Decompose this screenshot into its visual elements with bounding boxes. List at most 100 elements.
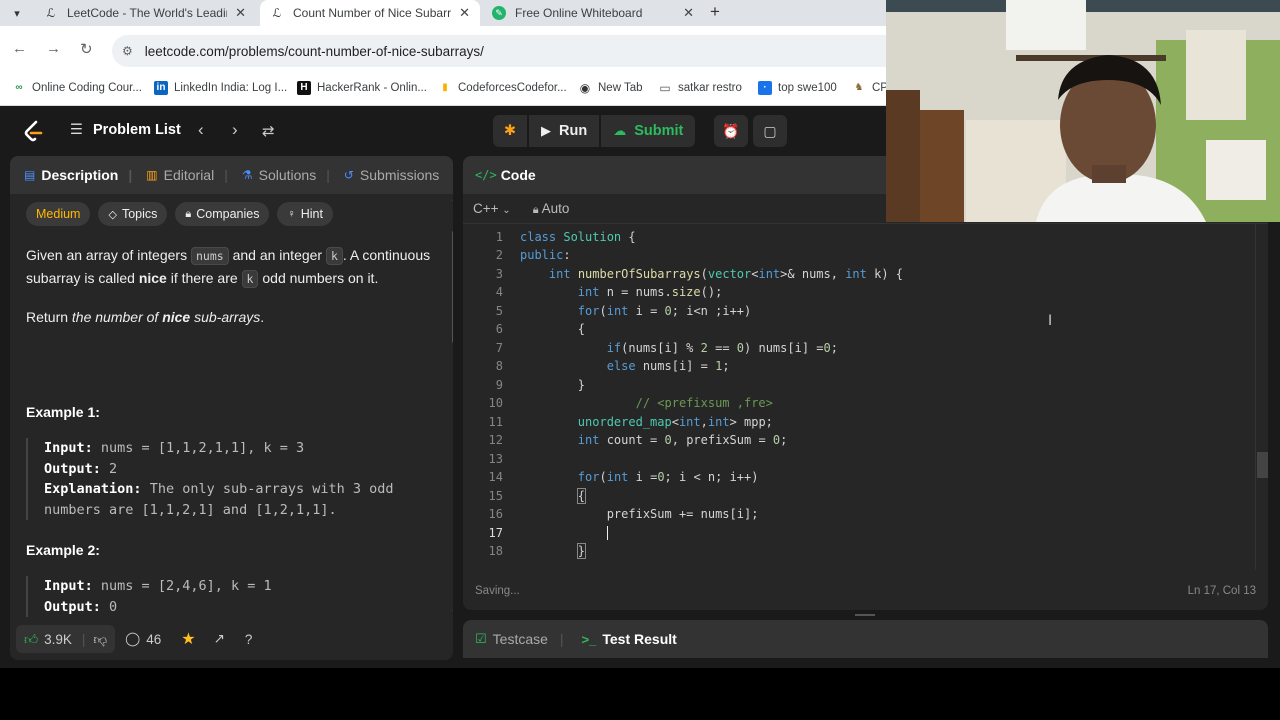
tab-solutions[interactable]: ⚗ Solutions |	[242, 167, 330, 183]
code-line: 6 {	[495, 322, 586, 336]
close-tab-icon[interactable]: ✕	[683, 5, 694, 21]
back-icon[interactable]: ←	[12, 40, 27, 57]
editor-scroll-thumb[interactable]	[1257, 452, 1268, 478]
share-icon[interactable]: ↗	[214, 631, 225, 647]
new-tab-button[interactable]: +	[710, 2, 720, 22]
browser-toolbar: ← → ↻ ⚙ leetcode.com/problems/count-numb…	[0, 26, 886, 74]
bookmark-item[interactable]: ∞ Online Coding Cour...	[12, 81, 142, 95]
example-1-heading: Example 1:	[26, 404, 100, 420]
problem-description: Given an array of integers nums and an i…	[26, 244, 431, 328]
problem-chips: Medium ◇ Topics 🔒︎ Companies ♀ Hint	[26, 202, 341, 226]
globe-icon: ◉	[579, 81, 591, 95]
example-2-heading: Example 2:	[26, 542, 100, 558]
submit-button[interactable]: ☁ Submit	[601, 115, 696, 147]
code-line: 14 for(int i =0; i < n; i++)	[488, 470, 759, 484]
alarm-clock-icon[interactable]: ⏰	[714, 115, 748, 147]
browser-tab-leetcode[interactable]: ℒ LeetCode - The World's Leading ✕	[34, 0, 256, 26]
code-line: 8 else nums[i] = 1;	[495, 359, 730, 373]
close-tab-icon[interactable]: ✕	[459, 5, 470, 21]
leetcode-logo-icon[interactable]	[22, 120, 44, 150]
text-cursor-icon: Ι	[1048, 313, 1053, 329]
lock-icon: 🔒︎	[532, 203, 539, 216]
bookmark-item[interactable]: in LinkedIn India: Log I...	[154, 81, 287, 95]
bookmark-item[interactable]: H HackerRank - Onlin...	[297, 81, 427, 95]
browser-tab-strip: ▾ ℒ LeetCode - The World's Leading ✕ ℒ C…	[0, 0, 886, 26]
bookmark-item[interactable]: ♞ CP	[852, 81, 888, 95]
forward-icon[interactable]: →	[46, 40, 61, 57]
problem-list-button[interactable]: ☰ Problem List	[70, 122, 181, 138]
tab-search-icon[interactable]: ▾	[6, 3, 28, 23]
bookmark-item[interactable]: ◉ New Tab	[578, 81, 643, 95]
whiteboard-icon: ✎	[492, 6, 506, 20]
code-line: 3 int numberOfSubarrays(vector<int>& num…	[495, 266, 904, 281]
notes-icon[interactable]: ▢	[753, 115, 787, 147]
star-icon[interactable]: ★	[181, 629, 195, 649]
list-icon: ☰	[70, 122, 83, 138]
shuffle-icon[interactable]: ⇄	[262, 122, 275, 140]
leetcode-icon: ℒ	[272, 6, 282, 20]
reload-icon[interactable]: ↻	[80, 40, 93, 58]
tab-submissions[interactable]: ↺ Submissions	[344, 167, 439, 183]
prev-problem-icon[interactable]: ‹	[198, 120, 204, 140]
thumbs-down-icon[interactable]: 👎︎	[93, 631, 107, 648]
description-tabs: ▤ Description | ▥ Editorial | ⚗ Solutions | ↺ S…	[10, 156, 453, 194]
flask-icon: ⚗	[241, 168, 253, 182]
help-icon[interactable]: ?	[245, 632, 253, 647]
difficulty-badge: Medium	[26, 202, 91, 226]
bookmark-item[interactable]: ▭ satkar restro	[658, 81, 742, 95]
language-select[interactable]: C++ ⌄	[473, 201, 511, 216]
auto-mode-toggle[interactable]: 🔒︎ Auto	[533, 201, 570, 217]
hint-chip[interactable]: ♀ Hint	[277, 202, 333, 226]
leetcode-icon: ℒ	[46, 6, 56, 20]
code-line: 1 class Solution {	[495, 230, 636, 244]
book-icon: ▥	[146, 168, 158, 182]
bookmark-item[interactable]: · top swe100	[758, 81, 837, 95]
url-text: leetcode.com/problems/count-number-of-ni…	[144, 43, 484, 59]
tab-description[interactable]: ▤ Description |	[24, 167, 132, 183]
tab-testcase[interactable]: ☑ Testcase |	[475, 631, 564, 647]
code-line: 15 {	[488, 487, 587, 504]
address-bar[interactable]: ⚙ leetcode.com/problems/count-number-of-…	[112, 35, 886, 67]
panel-resize-handle[interactable]	[855, 614, 875, 616]
browser-tab-problem[interactable]: ℒ Count Number of Nice Subarra ✕	[260, 0, 480, 26]
code-line: 5 for(int i = 0; i<n ;i++)	[495, 303, 752, 318]
scroll-up-icon[interactable]: ▲	[451, 194, 453, 203]
close-tab-icon[interactable]: ✕	[235, 5, 246, 21]
site-settings-icon[interactable]: ⚙	[122, 44, 133, 58]
play-icon: ▶	[541, 123, 551, 138]
description-scrollbar[interactable]: ▲ ▼	[450, 194, 453, 618]
code-editor[interactable]: 1 class Solution { 2 public: 3 int numberO…	[463, 228, 1268, 568]
history-icon: ↺	[343, 168, 354, 182]
test-panel-tabs: ☑ Testcase | >_ Test Result	[463, 620, 1268, 658]
tab-title: LeetCode - The World's Leading	[67, 6, 228, 20]
debug-icon[interactable]: ✱	[493, 115, 527, 147]
tab-editorial[interactable]: ▥ Editorial |	[146, 167, 228, 183]
comments-button[interactable]: ◯ 46	[125, 631, 161, 647]
code-line: 7 if(nums[i] % 2 == 0) nums[i] =0;	[495, 340, 838, 355]
folder-icon: ▭	[659, 81, 671, 95]
code-panel: </> Code C++ ⌄ 🔒︎ Auto 1 class Solution {…	[463, 156, 1268, 610]
scroll-down-icon[interactable]: ▼	[451, 608, 453, 617]
thumbs-up-icon: 👍︎	[24, 631, 39, 647]
topics-chip[interactable]: ◇ Topics	[98, 202, 168, 226]
editor-scrollbar[interactable]	[1255, 224, 1268, 570]
next-problem-icon[interactable]: ›	[232, 120, 238, 140]
code-line: 16 prefixSum += nums[i];	[488, 507, 759, 521]
scroll-thumb[interactable]	[452, 230, 453, 344]
tab-test-result[interactable]: >_ Test Result	[582, 631, 677, 647]
companies-chip[interactable]: 🔒︎ Companies	[175, 202, 270, 226]
description-panel: ▤ Description | ▥ Editorial | ⚗ Solutions | ↺ S…	[10, 156, 453, 660]
document-icon: ▤	[24, 168, 36, 182]
run-button[interactable]: ▶ Run	[529, 115, 600, 147]
browser-tab-whiteboard[interactable]: ✎ Free Online Whiteboard ✕	[482, 0, 704, 26]
bookmark-item[interactable]: ▮ CodeforcesCodefor...	[438, 81, 566, 95]
code-line: 13	[488, 451, 503, 466]
cp-icon: ♞	[854, 82, 864, 93]
comment-icon: ◯	[125, 631, 141, 646]
coding-icon: ∞	[15, 82, 23, 93]
bookmarks-bar: ∞ Online Coding Cour... in LinkedIn India:…	[0, 74, 888, 106]
description-paragraph: Given an array of integers nums and an i…	[26, 247, 431, 288]
editor-status-bar: Saving... Ln 17, Col 13	[463, 576, 1268, 606]
like-button[interactable]: 👍︎ 3.9K | 👎︎	[16, 625, 116, 653]
webcam-image	[886, 0, 1280, 222]
